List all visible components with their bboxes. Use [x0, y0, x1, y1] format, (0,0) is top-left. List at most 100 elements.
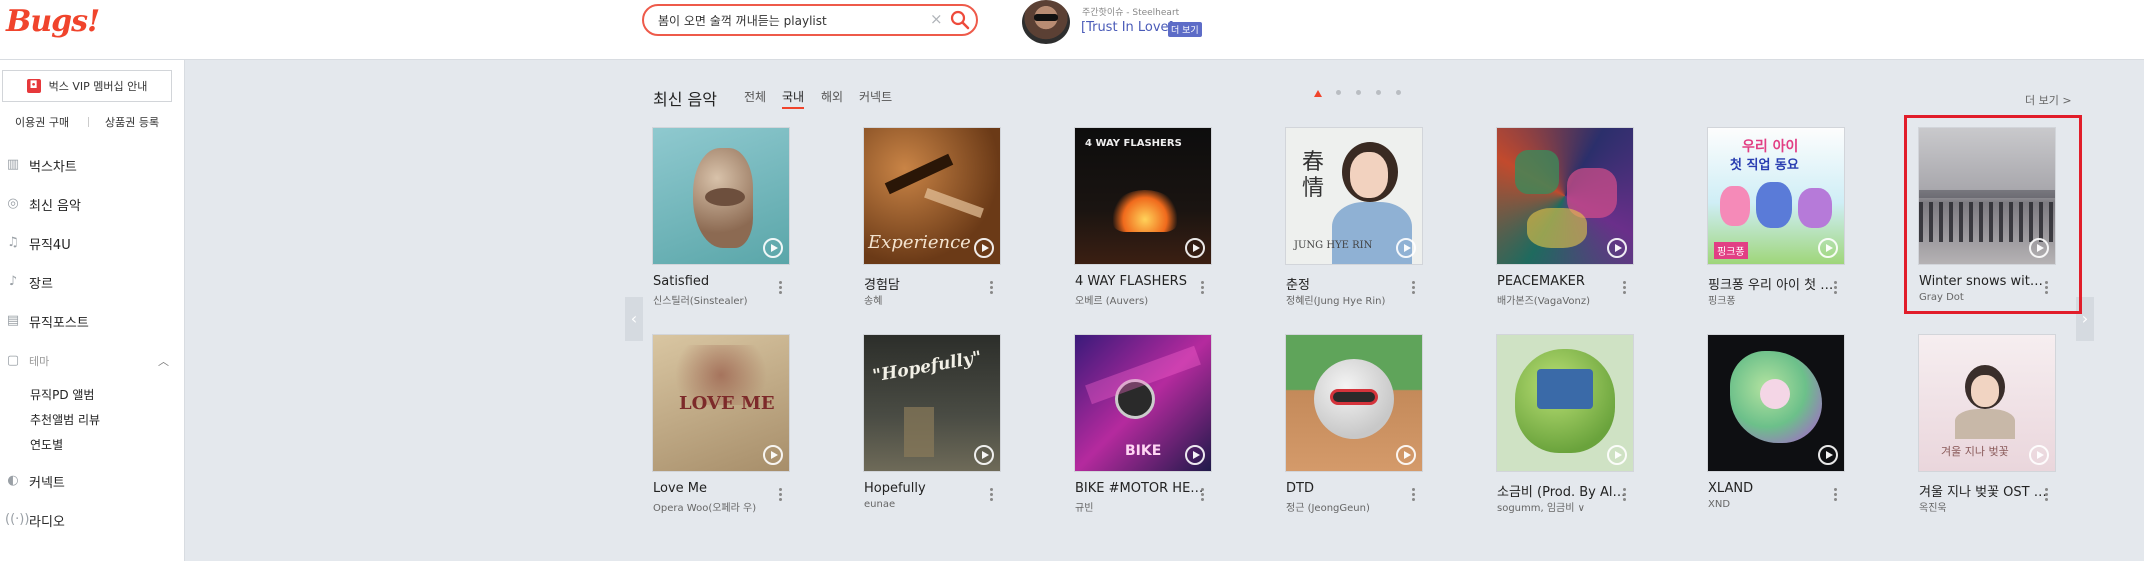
album-title[interactable]: Satisfied: [653, 274, 783, 289]
prev-arrow-icon[interactable]: ‹: [625, 297, 643, 341]
play-icon[interactable]: [1185, 445, 1205, 465]
album-artist[interactable]: Opera Woo(오페라 우): [653, 499, 783, 514]
play-icon[interactable]: [1396, 445, 1416, 465]
album-cover[interactable]: 우리 아이 첫 직업 동요 핑크퐁: [1708, 128, 1844, 264]
pager-dot-2[interactable]: [1336, 90, 1341, 95]
play-icon[interactable]: [1607, 445, 1627, 465]
vip-membership-button[interactable]: ◘ 벅스 VIP 멤버십 안내: [2, 70, 172, 102]
play-icon[interactable]: [974, 445, 994, 465]
album-title[interactable]: 핑크퐁 우리 아이 첫 직업 동요: [1708, 274, 1838, 293]
album-card[interactable]: 春情 JUNG HYE RIN 춘정 정혜린(Jung Hye Rin): [1286, 128, 1456, 328]
pager-dot-5[interactable]: [1396, 90, 1401, 95]
more-options-icon[interactable]: [779, 281, 783, 297]
album-artist[interactable]: 배가본즈(VagaVonz): [1497, 292, 1627, 307]
play-icon[interactable]: [1396, 238, 1416, 258]
album-title[interactable]: Winter snows with a side of sunlight: [1919, 274, 2049, 289]
more-options-icon[interactable]: [1201, 488, 1205, 504]
sidebar-item-new-music[interactable]: ◎ 최신 음악: [0, 191, 180, 217]
album-title[interactable]: 4 WAY FLASHERS: [1075, 274, 1205, 289]
album-cover[interactable]: [1286, 335, 1422, 471]
album-title[interactable]: 소금비 (Prod. By Alfie): [1497, 481, 1627, 500]
album-cover[interactable]: 4 WAY FLASHERS: [1075, 128, 1211, 264]
album-card[interactable]: DTD 정근 (JeongGeun): [1286, 335, 1456, 535]
album-cover[interactable]: [653, 128, 789, 264]
album-card[interactable]: LOVE ME Love Me Opera Woo(오페라 우): [653, 335, 823, 535]
album-title[interactable]: 겨울 지나 벚꽃 OST Part.1: [1919, 481, 2049, 500]
album-artist[interactable]: 핑크퐁: [1708, 292, 1838, 307]
play-icon[interactable]: [1607, 238, 1627, 258]
album-title[interactable]: 경험담: [864, 274, 994, 293]
album-cover[interactable]: [1919, 128, 2055, 264]
more-options-icon[interactable]: [1412, 281, 1416, 297]
more-options-icon[interactable]: [1201, 281, 1205, 297]
album-title[interactable]: Love Me: [653, 481, 783, 496]
sidebar-subitem-musicpd-album[interactable]: 뮤직PD 앨범: [30, 386, 94, 403]
album-artist[interactable]: 정근 (JeongGeun): [1286, 499, 1416, 514]
more-options-icon[interactable]: [779, 488, 783, 504]
hot-issue-artist-avatar[interactable]: [1022, 0, 1070, 44]
more-options-icon[interactable]: [1834, 281, 1838, 297]
register-voucher-link[interactable]: 상품권 등록: [105, 114, 159, 130]
sidebar-subitem-by-year[interactable]: 연도별: [30, 436, 63, 453]
more-options-icon[interactable]: [1834, 488, 1838, 504]
play-icon[interactable]: [1185, 238, 1205, 258]
album-title[interactable]: 춘정: [1286, 274, 1416, 293]
sidebar-subitem-album-review[interactable]: 추천앨범 리뷰: [30, 411, 100, 428]
hot-issue-more-badge[interactable]: 더 보기: [1168, 22, 1202, 37]
album-cover[interactable]: [1497, 335, 1633, 471]
album-card[interactable]: PEACEMAKER 배가본즈(VagaVonz): [1497, 128, 1667, 328]
sidebar-item-genre[interactable]: ♪ 장르: [0, 269, 180, 295]
album-card[interactable]: BIKE BIKE #MOTOR HEART 규빈: [1075, 335, 1245, 535]
album-title[interactable]: XLAND: [1708, 481, 1838, 496]
album-cover[interactable]: 겨울 지나 벚꽃: [1919, 335, 2055, 471]
sidebar-item-music4u[interactable]: ♫ 뮤직4U: [0, 230, 180, 256]
album-cover[interactable]: "Hopefully": [864, 335, 1000, 471]
play-icon[interactable]: [974, 238, 994, 258]
play-icon[interactable]: [1818, 238, 1838, 258]
buy-pass-link[interactable]: 이용권 구매: [15, 114, 69, 130]
album-artist[interactable]: sogumm, 임금비 ∨: [1497, 499, 1627, 514]
more-options-icon[interactable]: [990, 488, 994, 504]
album-artist[interactable]: 신스틸러(Sinstealer): [653, 292, 783, 307]
more-options-icon[interactable]: [2045, 488, 2049, 504]
more-options-icon[interactable]: [1412, 488, 1416, 504]
pager-dot-3[interactable]: [1356, 90, 1361, 95]
play-icon[interactable]: [2029, 238, 2049, 258]
sidebar-item-bugs-chart[interactable]: ▥ 벅스차트: [0, 152, 180, 178]
play-icon[interactable]: [763, 238, 783, 258]
more-options-icon[interactable]: [2045, 281, 2049, 297]
pager-dot-1[interactable]: [1314, 90, 1322, 97]
clear-icon[interactable]: ×: [930, 10, 943, 28]
album-artist[interactable]: Gray Dot: [1919, 292, 2049, 303]
tab-domestic[interactable]: 국내: [782, 88, 805, 109]
search-input[interactable]: [658, 11, 928, 29]
tab-all[interactable]: 전체: [744, 88, 766, 105]
tab-international[interactable]: 해외: [821, 88, 843, 105]
play-icon[interactable]: [1818, 445, 1838, 465]
play-icon[interactable]: [2029, 445, 2049, 465]
bugs-logo[interactable]: Bugs!: [6, 4, 100, 39]
more-link[interactable]: 더 보기 >: [2025, 92, 2072, 108]
album-cover[interactable]: [1708, 335, 1844, 471]
album-card[interactable]: Experience 경험담 송혜: [864, 128, 1034, 328]
pager-dot-4[interactable]: [1376, 90, 1381, 95]
album-card[interactable]: 우리 아이 첫 직업 동요 핑크퐁 핑크퐁 우리 아이 첫 직업 동요 핑크퐁: [1708, 128, 1878, 328]
album-title[interactable]: BIKE #MOTOR HEART: [1075, 481, 1205, 496]
album-cover[interactable]: Experience: [864, 128, 1000, 264]
album-card[interactable]: Winter snows with a side of sunlight Gra…: [1919, 128, 2089, 328]
album-title[interactable]: PEACEMAKER: [1497, 274, 1627, 289]
hot-issue-song-link[interactable]: [Trust In Love]: [1081, 20, 1174, 35]
album-card[interactable]: 4 WAY FLASHERS 4 WAY FLASHERS 오베르 (Auver…: [1075, 128, 1245, 328]
album-title[interactable]: DTD: [1286, 481, 1416, 496]
search-box[interactable]: ×: [642, 4, 978, 36]
album-card[interactable]: 겨울 지나 벚꽃 겨울 지나 벚꽃 OST Part.1 옥진욱: [1919, 335, 2089, 535]
album-artist[interactable]: 정혜린(Jung Hye Rin): [1286, 292, 1416, 307]
play-icon[interactable]: [763, 445, 783, 465]
album-cover[interactable]: LOVE ME: [653, 335, 789, 471]
album-artist[interactable]: XND: [1708, 499, 1838, 510]
album-artist[interactable]: 오베르 (Auvers): [1075, 292, 1205, 307]
album-card[interactable]: 소금비 (Prod. By Alfie) sogumm, 임금비 ∨: [1497, 335, 1667, 535]
chevron-up-icon[interactable]: ︿: [158, 353, 169, 369]
sidebar-item-music-post[interactable]: ▤ 뮤직포스트: [0, 308, 180, 334]
sidebar-item-radio[interactable]: ((·)) 라디오: [0, 507, 180, 533]
